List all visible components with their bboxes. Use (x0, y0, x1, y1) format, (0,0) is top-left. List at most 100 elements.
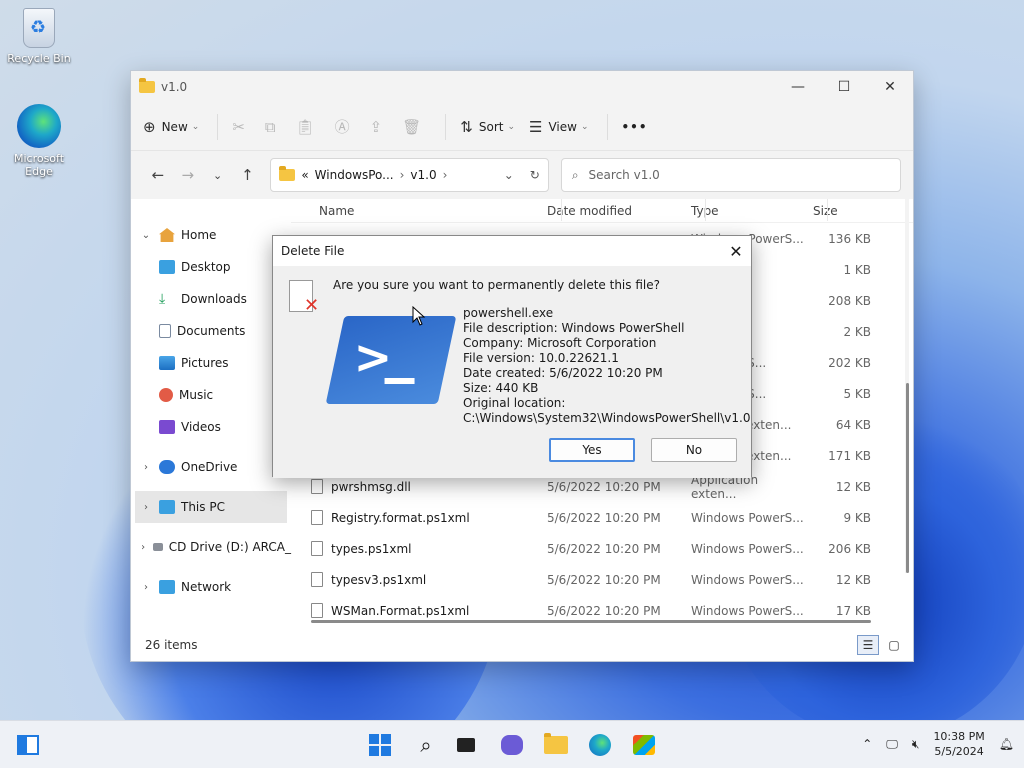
notification-icon[interactable]: 🔔︎ (999, 737, 1014, 751)
sidebar-item-cd-drive[interactable]: › CD Drive (D:) ARCA_ (131, 531, 291, 563)
search-input[interactable]: ⌕ Search v1.0 (560, 158, 901, 192)
chevron-up-icon[interactable]: ⌃ (862, 737, 872, 751)
vertical-scroll-thumb[interactable] (906, 383, 909, 573)
file-name-text: typesv3.ps1xml (331, 572, 427, 587)
delete-button[interactable]: 🗑︎ (402, 118, 427, 136)
yes-button[interactable]: Yes (549, 438, 635, 462)
file-version: File version: 10.0.22621.1 (463, 351, 619, 365)
view-button[interactable]: ☰ View ⌄ (529, 118, 588, 136)
file-name-text: Registry.format.ps1xml (331, 510, 470, 525)
table-row[interactable]: Registry.format.ps1xml 5/6/2022 10:20 PM W… (291, 502, 913, 533)
chevron-right-icon[interactable]: › (139, 582, 153, 593)
size-cell: 2 KB (843, 324, 871, 339)
dialog-body: Are you sure you want to permanently del… (273, 266, 751, 478)
sidebar-item-videos[interactable]: Videos (131, 411, 291, 443)
address-bar[interactable]: « WindowsPo... › v1.0 › ⌄ ↻ (270, 158, 549, 192)
copy-button[interactable]: ⧉ (265, 118, 282, 136)
file-explorer-taskbar-button[interactable] (544, 733, 568, 757)
refresh-icon[interactable]: ↻ (530, 168, 540, 182)
computer-icon (159, 500, 175, 514)
file-icon (311, 510, 323, 525)
rename-button[interactable]: Ⓐ (335, 116, 356, 137)
close-button[interactable]: ✕ (867, 71, 913, 103)
sidebar-item-desktop[interactable]: Desktop (131, 251, 291, 283)
sidebar-item-downloads[interactable]: ⤓ Downloads (131, 283, 291, 315)
chevron-right-icon[interactable]: › (139, 502, 153, 513)
sidebar-item-documents[interactable]: Documents (131, 315, 291, 347)
breadcrumb-v1[interactable]: v1.0 (410, 168, 436, 182)
sidebar-item-onedrive[interactable]: › OneDrive (131, 451, 291, 483)
column-header-name[interactable]: Name (291, 204, 539, 218)
task-view-button[interactable] (454, 733, 478, 757)
up-button[interactable]: ↑ (232, 166, 262, 184)
edge-taskbar-button[interactable] (588, 733, 612, 757)
share-icon: ⇪ (369, 117, 383, 136)
start-button[interactable] (368, 733, 392, 757)
sort-button[interactable]: ⇅ Sort ⌄ (460, 118, 515, 136)
chevron-right-icon[interactable]: › (139, 542, 147, 553)
breadcrumb-windowspowershell[interactable]: WindowsPo... (315, 168, 394, 182)
date-modified-cell: 5/6/2022 10:20 PM (547, 572, 661, 587)
store-taskbar-button[interactable] (632, 733, 656, 757)
size-cell: 202 KB (828, 355, 871, 370)
table-row[interactable]: typesv3.ps1xml 5/6/2022 10:20 PM Windows P… (291, 564, 913, 595)
search-button[interactable]: ⌕ (414, 733, 438, 757)
tiles-view-button[interactable]: ▢ (883, 635, 905, 655)
dialog-title: Delete File (281, 244, 345, 258)
sidebar-item-label: Home (181, 228, 217, 242)
widgets-button[interactable] (16, 733, 40, 757)
back-button[interactable]: ← (143, 166, 173, 184)
search-placeholder: Search v1.0 (588, 168, 660, 182)
date-modified-cell: 5/6/2022 10:20 PM (547, 603, 661, 618)
type-cell: Windows PowerS... (691, 510, 804, 525)
details-view-button[interactable]: ☰ (857, 635, 879, 655)
new-button[interactable]: ⊕ New ⌄ (143, 118, 199, 136)
file-size: Size: 440 KB (463, 381, 539, 395)
view-list-icon: ☰ (529, 117, 543, 136)
sidebar-item-this-pc[interactable]: › This PC (135, 491, 287, 523)
sidebar-item-network[interactable]: › Network (131, 571, 291, 603)
title-bar: v1.0 — ☐ ✕ (131, 71, 913, 103)
chat-button[interactable] (500, 733, 524, 757)
desktop-icon-edge[interactable]: Microsoft Edge (4, 104, 74, 178)
dialog-close-button[interactable]: ✕ (721, 242, 751, 261)
forward-button[interactable]: → (173, 166, 203, 184)
chevron-down-icon[interactable]: ⌄ (504, 168, 514, 182)
more-options-button[interactable]: ••• (622, 120, 648, 134)
minimize-button[interactable]: — (775, 71, 821, 103)
sidebar-item-label: Music (179, 388, 214, 402)
share-button[interactable]: ⇪ (370, 118, 389, 136)
network-status-icon[interactable]: 🖵︎ (886, 737, 898, 752)
maximize-button[interactable]: ☐ (821, 71, 867, 103)
desktop-icon-recycle-bin[interactable]: Recycle Bin (4, 8, 74, 65)
search-icon: ⌕ (420, 733, 432, 757)
column-header-type[interactable]: Type (683, 204, 805, 218)
file-date-created: Date created: 5/6/2022 10:20 PM (463, 366, 663, 380)
size-cell: 64 KB (835, 417, 871, 432)
edge-icon (589, 734, 611, 756)
trash-icon: 🗑︎ (402, 117, 422, 136)
clock[interactable]: 10:38 PM 5/5/2024 (933, 729, 984, 759)
chevron-down-icon[interactable]: ⌄ (139, 230, 153, 241)
sidebar-item-pictures[interactable]: Pictures (131, 347, 291, 379)
size-cell: 5 KB (843, 386, 871, 401)
command-bar: ⊕ New ⌄ ✂ ⧉ 📋︎ Ⓐ ⇪ 🗑︎ ⇅ Sort ⌄ ☰ View ⌄ ••• (131, 103, 913, 151)
column-header-size[interactable]: Size (805, 204, 881, 218)
desktop-icon-label: Microsoft Edge (13, 152, 65, 178)
no-button[interactable]: No (651, 438, 737, 462)
sidebar-item-home[interactable]: ⌄ Home (131, 219, 291, 251)
cut-button[interactable]: ✂ (232, 118, 251, 136)
paste-button[interactable]: 📋︎ (296, 118, 321, 136)
table-row[interactable]: types.ps1xml 5/6/2022 10:20 PM Windows Pow… (291, 533, 913, 564)
size-cell: 9 KB (843, 510, 871, 525)
recent-locations-button[interactable]: ⌄ (203, 169, 233, 182)
location-label: Original location: (463, 396, 566, 410)
widgets-icon (17, 735, 39, 755)
chevron-right-icon[interactable]: › (139, 462, 153, 473)
sidebar-item-music[interactable]: Music (131, 379, 291, 411)
volume-muted-icon[interactable]: 🔇︎ (912, 737, 920, 752)
powershell-icon: > (325, 316, 457, 404)
horizontal-scrollbar[interactable] (311, 620, 871, 623)
cd-drive-icon (153, 543, 163, 551)
breadcrumb-overflow[interactable]: « (301, 168, 308, 182)
